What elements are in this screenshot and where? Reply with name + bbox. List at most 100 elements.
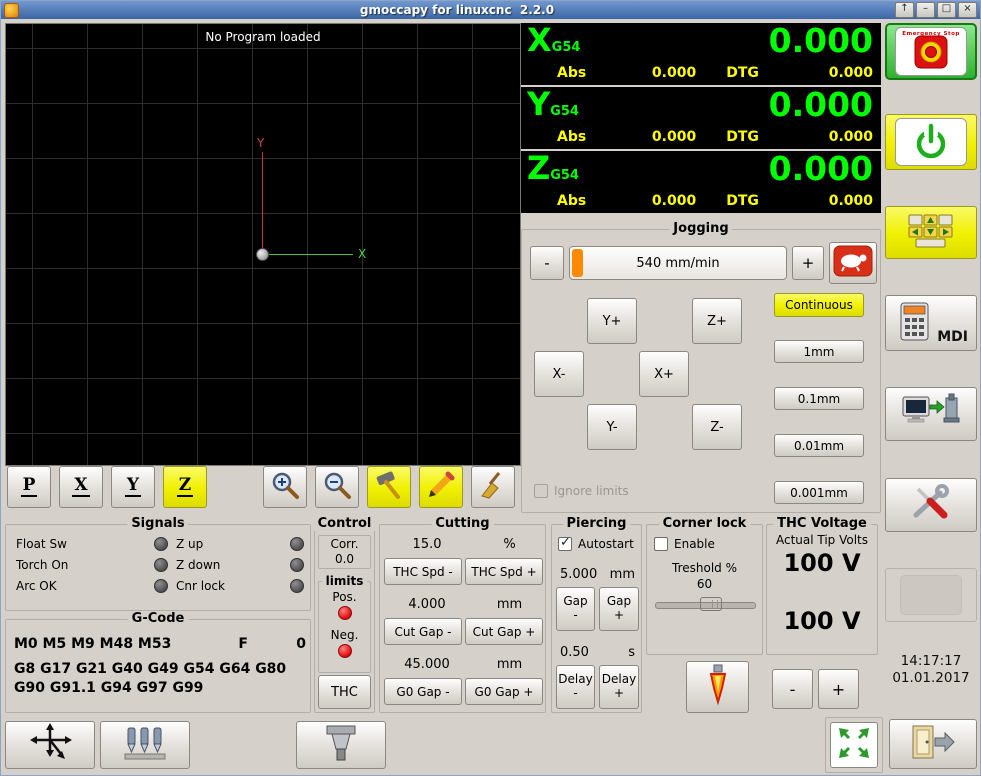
machine-settings-button[interactable] [885,387,977,441]
neg-limit-led [338,644,352,658]
minimize-button[interactable]: – [916,2,935,18]
cnr-lock-led [290,579,304,593]
shade-button[interactable]: ↑ [895,2,914,18]
threshold-label: Treshold % [672,561,737,575]
dro-axis-x[interactable]: X G54 0.000 Abs 0.000 DTG 0.000 [521,23,881,85]
autostart-label: Autostart [578,537,634,551]
jog-speed-fill [572,249,583,277]
clock: 14:17:17 01.01.2017 [885,653,977,687]
arc-ok-led [154,579,168,593]
piercing-title: Piercing [562,516,631,531]
threshold-slider[interactable] [655,597,756,611]
maximize-button[interactable]: □ [937,2,956,18]
calculator-icon [900,302,930,346]
g0-gap-plus-button[interactable]: G0 Gap + [465,678,543,705]
keyboard-button[interactable] [885,206,977,259]
mdi-button[interactable]: MDI [885,295,977,351]
pencil-icon [426,470,456,504]
zoom-out-button[interactable] [315,466,359,508]
dro-axis-y[interactable]: Y G54 0.000 Abs 0.000 DTG 0.000 [521,87,881,149]
zoom-in-icon [270,470,300,504]
threshold-slider-handle[interactable] [700,597,722,611]
jog-speed-minus-button[interactable]: - [530,246,564,280]
jog-speed-slider[interactable]: 540 mm/min [569,246,787,280]
active-mcodes-row: M0 M5 M9 M48 M53 F 0 [14,636,306,652]
y-axis-label: Y [257,136,265,150]
increment-0-001mm-button[interactable]: 0.001mm [774,481,864,504]
signal-row: Z up [176,537,304,551]
zoom-out-icon [322,470,352,504]
fullscreen-button[interactable] [830,722,878,768]
increment-0-1mm-button[interactable]: 0.1mm [774,387,864,410]
signal-row: Torch On [16,558,168,572]
signals-right-column: Z up Z down Cnr lock [176,537,304,593]
ignore-limits-checkbox[interactable] [534,484,548,498]
active-gcodes: G8 G17 G21 G40 G49 G54 G64 G80 G90 G91.1… [14,661,287,696]
signals-left-column: Float Sw Torch On Arc OK [16,537,168,593]
continuous-jog-button[interactable]: Continuous [774,293,864,317]
jog-speed-plus-button[interactable]: + [792,246,824,280]
pierce-delay-plus-button[interactable]: Delay + [599,665,639,709]
view-p-button[interactable]: P [7,466,51,508]
jog-y-plus-button[interactable]: Y+ [587,298,637,344]
z-down-led [290,558,304,572]
zoom-in-button[interactable] [263,466,307,508]
turtle-icon [833,245,873,281]
enable-row: Enable [654,537,715,551]
disabled-button [885,568,977,622]
thc-speed-plus-button[interactable]: THC Spd + [465,558,543,585]
pos-limit-label: Pos. [332,590,357,604]
threshold-value: 60 [696,577,713,591]
g0-gap-minus-button[interactable]: G0 Gap - [384,678,462,705]
clear-plot-button[interactable] [471,466,515,508]
voltage-minus-button[interactable]: - [772,669,813,709]
pierce-gap-minus-button[interactable]: Gap - [556,587,595,631]
exit-button[interactable] [889,719,977,769]
settings-tools-button[interactable] [885,478,977,532]
pos-limit-led [338,606,352,620]
view-y-button[interactable]: Y [111,466,155,508]
tool-dimensions-button[interactable] [367,466,411,508]
jog-y-minus-button[interactable]: Y- [587,404,637,450]
jogging-title: Jogging [669,221,733,236]
view-z-button[interactable]: Z [163,466,207,508]
gcode-preview[interactable]: No Program loaded Y X [5,23,521,466]
view-x-button[interactable]: X [59,466,103,508]
cut-gap-minus-button[interactable]: Cut Gap - [384,618,462,645]
tool-change-button[interactable] [296,721,386,769]
jog-z-minus-button[interactable]: Z- [692,404,742,450]
thc-speed-minus-button[interactable]: THC Spd - [384,558,462,585]
autostart-checkbox[interactable] [558,535,572,551]
touch-off-button[interactable] [5,721,95,769]
enable-checkbox[interactable] [654,537,668,551]
target-volts-value: 100 V [783,607,861,635]
y-axis-line [262,152,263,254]
draw-path-button[interactable] [419,466,463,508]
pierce-gap-plus-button[interactable]: Gap + [599,587,639,631]
titlebar: gmoccapy for linuxcnc 2.2.0 ↑ – □ × [1,1,980,19]
jog-x-plus-button[interactable]: X+ [639,351,689,397]
machine-on-button[interactable] [885,114,977,170]
thc-voltage-title: THC Voltage [773,516,871,531]
jog-z-plus-button[interactable]: Z+ [692,298,742,344]
corner-lock-frame: Corner lock Enable Treshold % 60 [646,516,763,655]
mdi-label: MDI [937,329,968,345]
actual-tip-volts-label: Actual Tip Volts [775,533,869,547]
cut-gap-plus-button[interactable]: Cut Gap + [465,618,543,645]
cutting-frame: Cutting 15.0% THC Spd - THC Spd + 4.000 m… [379,516,546,713]
increment-1mm-button[interactable]: 1mm [774,340,864,363]
jog-x-minus-button[interactable]: X- [534,351,584,397]
exit-door-icon [907,723,959,765]
torch-button[interactable] [686,661,749,713]
cut-gap-row: 4.000 mm [408,597,523,612]
close-button[interactable]: × [958,2,977,18]
probe-button[interactable] [100,721,190,769]
pierce-delay-minus-button[interactable]: Delay - [556,665,595,709]
turtle-jog-button[interactable] [829,242,877,284]
estop-button[interactable]: Emergency Stop [885,23,977,80]
torch-flame-icon [703,664,733,710]
dro-axis-z[interactable]: Z G54 0.000 Abs 0.000 DTG 0.000 [521,151,881,213]
increment-0-01mm-button[interactable]: 0.01mm [774,434,864,457]
voltage-plus-button[interactable]: + [818,669,859,709]
thc-button[interactable]: THC [318,675,371,709]
